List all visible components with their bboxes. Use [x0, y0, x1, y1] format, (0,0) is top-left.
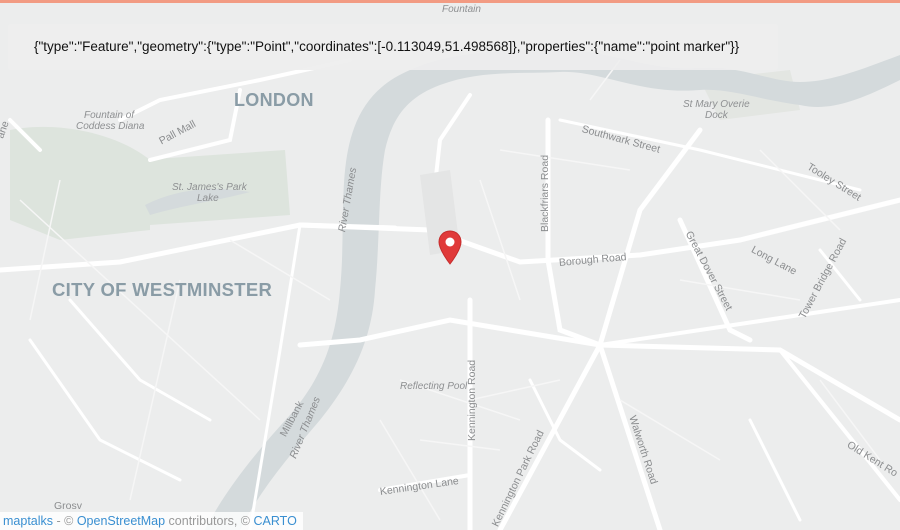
place-label-london: LONDON	[234, 90, 314, 110]
poi-label-diana-2: Coddess Diana	[76, 121, 145, 132]
street-label-blackfriars: Blackfriars Road	[539, 154, 551, 232]
poi-label-reflecting-pool: Reflecting Pool	[400, 381, 468, 392]
poi-label-diana-1: Fountain of	[84, 110, 135, 121]
accent-top-bar	[0, 0, 900, 3]
place-label-westminster: CITY OF WESTMINSTER	[52, 279, 273, 300]
map-marker-pin-icon[interactable]	[437, 230, 463, 266]
attribution-contrib: contributors, ©	[165, 514, 254, 528]
attribution-osm-link[interactable]: OpenStreetMap	[77, 514, 165, 528]
poi-label-st-james-2: Lake	[197, 193, 219, 204]
geojson-info-panel: {"type":"Feature","geometry":{"type":"Po…	[8, 24, 778, 70]
poi-label-st-mary-2: Dock	[705, 110, 728, 121]
poi-label-fountain: Fountain	[442, 4, 481, 15]
poi-label-st-james-1: St. James's Park	[172, 182, 247, 193]
attribution-sep: - ©	[53, 514, 77, 528]
map-attribution: maptalks - © OpenStreetMap contributors,…	[0, 512, 303, 530]
attribution-carto-link[interactable]: CARTO	[254, 514, 297, 528]
attribution-maptalks-link[interactable]: maptalks	[3, 514, 53, 528]
street-label-kennington-road: Kennington Road	[466, 359, 478, 441]
street-label-grosvenor: Grosv	[54, 500, 83, 512]
geojson-text: {"type":"Feature","geometry":{"type":"Po…	[34, 39, 740, 54]
poi-label-st-mary-1: St Mary Overie	[683, 99, 750, 110]
